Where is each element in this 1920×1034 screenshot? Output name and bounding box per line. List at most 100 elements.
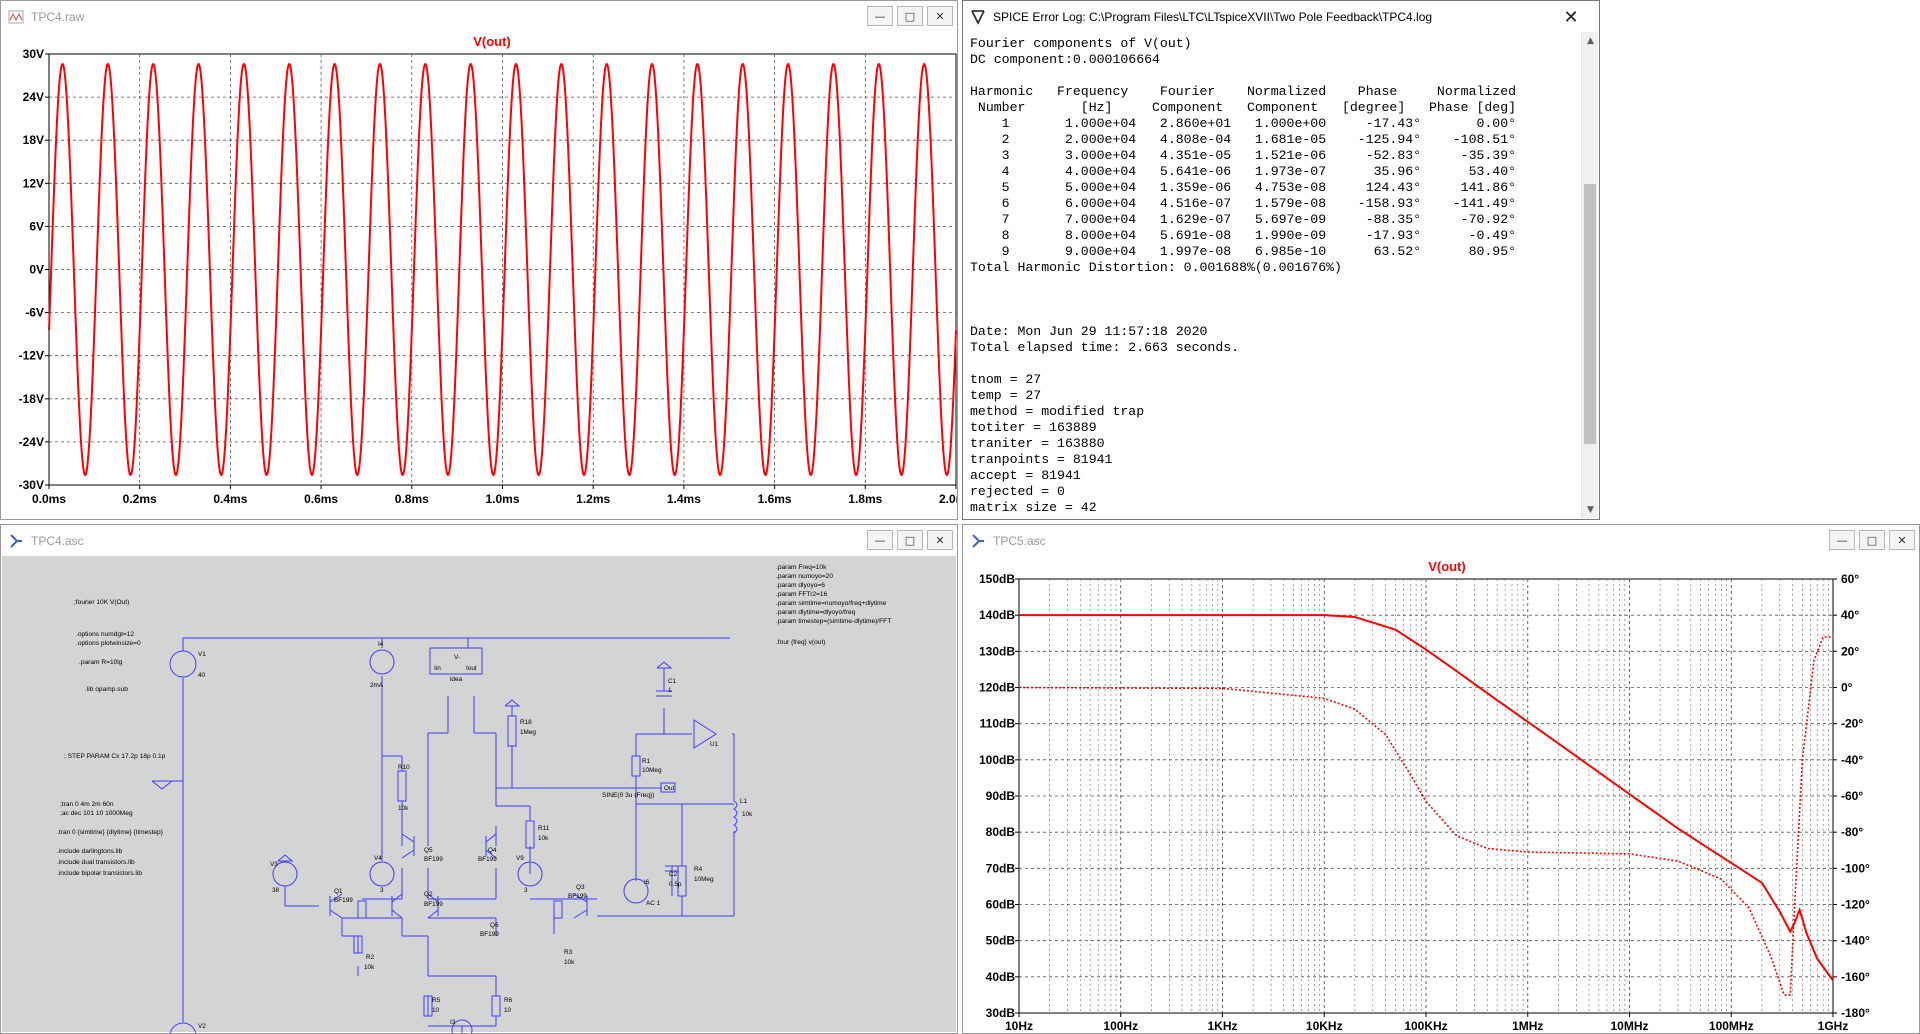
directive-include-2[interactable]: .include dual transistors.lib (57, 859, 135, 866)
label-q2: Q2 (424, 891, 433, 898)
waveform-trace-label[interactable]: V(out) (473, 34, 511, 49)
value-i6: AC 1 (646, 900, 661, 907)
log-titlebar[interactable]: SPICE Error Log: C:\Program Files\LTC\LT… (963, 1, 1599, 32)
mag-tick-label: 40dB (986, 970, 1016, 984)
schematic-drawing[interactable]: ;fourier 10K V(Out) .options numdgt=12 .… (2, 556, 958, 1034)
log-window-title: SPICE Error Log: C:\Program Files\LTC\LT… (993, 9, 1433, 24)
log-window: SPICE Error Log: C:\Program Files\LTC\LT… (962, 0, 1600, 520)
phase-tick-label: -140° (1841, 934, 1870, 948)
value-l1: 10k (742, 811, 753, 818)
close-button[interactable]: ✕ (927, 6, 953, 26)
y-tick-label: -12V (19, 349, 44, 363)
schematic-canvas[interactable]: ;fourier 10K V(Out) .options numdgt=12 .… (2, 556, 958, 1034)
label-q5: Q5 (424, 847, 433, 854)
waveform-plot[interactable]: V(out) 30V 24V 18V 12V 6V 0V -6V -12V -18V -24V -3… (2, 32, 958, 520)
bode-trace-label[interactable]: V(out) (1428, 559, 1466, 574)
directive-param-r[interactable]: .param R=10lg (79, 659, 123, 666)
maximize-button[interactable]: □ (897, 530, 923, 550)
directive-four[interactable]: .four {freq} v(out) (776, 639, 825, 646)
directive-include-1[interactable]: .include darlingtons.lib (57, 848, 123, 855)
spice-log-icon (971, 9, 985, 25)
schematic-titlebar[interactable]: TPC4.asc — □ ✕ (1, 525, 957, 556)
directive-lib[interactable]: .lib opamp.sub (85, 686, 128, 693)
label-r18: R18 (520, 719, 532, 726)
directive-plotwinsize[interactable]: .options plotwinsize=0 (76, 640, 141, 647)
minimize-button[interactable]: — (867, 530, 893, 550)
log-line: temp = 27 (970, 388, 1042, 403)
directive-ac[interactable]: ;ac dec 101 10 1000Meg (60, 810, 133, 817)
maximize-button[interactable]: □ (897, 6, 923, 26)
label-r10: R10 (398, 764, 410, 771)
freq-tick-label: 1KHz (1207, 1019, 1237, 1033)
waveform-x-ticks: 0.0ms 0.2ms 0.4ms 0.6ms 0.8ms 1.0ms 1.2ms 1.4ms… (32, 485, 957, 506)
value-r6: 10 (504, 1007, 512, 1014)
freq-tick-label: 1MHz (1512, 1019, 1543, 1033)
log-line: Total elapsed time: 2.663 seconds. (970, 340, 1240, 355)
waveform-plot-area[interactable]: V(out) 30V 24V 18V 12V 6V 0V -6V -12V -18V -24V -3… (2, 32, 958, 520)
label-block-iin: Iin (434, 665, 441, 672)
directive-tran1[interactable]: ;tran 0 4m 2m 60n (60, 801, 114, 808)
waveform-y-ticks: 30V 24V 18V 12V 6V 0V -6V -12V -18V -24V -30V (19, 47, 49, 492)
log-line: 1 1.000e+04 2.860e+01 1.000e+00 -17.43° … (970, 116, 1517, 131)
log-line: 6 6.000e+04 4.516e-07 1.579e-08 -158.93°… (970, 196, 1517, 211)
directive-param-timestep[interactable]: .param timestep=(simtime-dlytime)/FFT (776, 618, 891, 625)
log-scroll-thumb[interactable] (1584, 184, 1596, 444)
directive-param-numoyo[interactable]: .param numoyo=20 (776, 573, 833, 580)
label-l1: L1 (740, 798, 748, 805)
directive-param-freq[interactable]: .param Freq=10k (776, 564, 827, 571)
close-button[interactable]: ✕ (1889, 530, 1915, 550)
minimize-button[interactable]: — (1829, 530, 1855, 550)
y-tick-label: 12V (23, 176, 44, 190)
scroll-down-icon[interactable]: ▼ (1582, 501, 1599, 518)
freq-tick-label: 10MHz (1610, 1019, 1648, 1033)
waveform-titlebar[interactable]: TPC4.raw — □ ✕ (1, 1, 957, 32)
directive-include-3[interactable]: .include bipolar transistors.lib (57, 870, 142, 877)
close-button[interactable]: ✕ (927, 530, 953, 550)
value-q6: BF199 (480, 931, 499, 938)
bode-plot[interactable]: V(out) 150dB 60° 140dB 40° 130dB 20° 120dB 0° 11… (964, 556, 1920, 1034)
schematic-window-title: TPC4.asc (31, 533, 84, 548)
directive-param-dlytime[interactable]: .param dlytime=dlyoyo/freq (776, 609, 856, 616)
value-v9: 3 (524, 887, 528, 894)
scroll-up-icon[interactable]: ▲ (1582, 32, 1599, 49)
log-line: tnom = 27 (970, 372, 1042, 387)
maximize-button[interactable]: □ (1859, 530, 1885, 550)
bode-plot-area[interactable]: V(out) 150dB 60° 140dB 40° 130dB 20° 120dB 0° 11… (964, 556, 1920, 1034)
log-line: Fourier components of V(out) (970, 36, 1192, 51)
value-q4: BF199 (478, 856, 497, 863)
log-line: totiter = 163889 (970, 420, 1097, 435)
log-scrollbar[interactable]: ▲ ▼ (1581, 32, 1598, 518)
label-r6: R6 (504, 997, 513, 1004)
directive-param-dlyoyo[interactable]: .param dlyoyo=6 (776, 582, 825, 589)
label-block-name: idea (450, 676, 463, 683)
log-line: DC component:0.000106664 (970, 52, 1160, 67)
phase-tick-label: -160° (1841, 970, 1870, 984)
value-v1: 40 (198, 672, 206, 679)
x-tick-label: 1.4ms (667, 492, 701, 506)
freq-tick-label: 100KHz (1404, 1019, 1447, 1033)
log-text[interactable]: Fourier components of V(out) DC component… (970, 36, 1516, 516)
x-tick-label: 1.8ms (848, 492, 882, 506)
y-tick-label: 0V (29, 263, 44, 277)
log-text-area[interactable]: Fourier components of V(out) DC component… (964, 32, 1598, 518)
directive-param-simtime[interactable]: .param simtime=numoyo/freq+dlytime (776, 600, 887, 607)
log-line: 9 9.000e+04 1.997e-08 6.985e-10 63.52° 8… (970, 244, 1517, 259)
source-sine-label[interactable]: SINE(0 3u {Freq}) (602, 792, 654, 799)
phase-tick-label: 20° (1841, 644, 1859, 658)
freq-tick-label: 1GHz (1818, 1019, 1849, 1033)
directive-fourier[interactable]: ;fourier 10K V(Out) (74, 599, 129, 606)
bode-titlebar[interactable]: TPC5.asc — □ ✕ (963, 525, 1919, 556)
mag-tick-label: 90dB (986, 789, 1016, 803)
close-icon[interactable]: ✕ (1549, 3, 1593, 31)
value-r11: 10k (538, 835, 549, 842)
directive-tran2[interactable]: .tran 0 {simtime} {dlytime} {timestep} (57, 829, 164, 836)
mag-tick-label: 120dB (979, 681, 1015, 695)
directive-param-fft[interactable]: .param FFTr2=16 (776, 591, 828, 598)
directive-numdgt[interactable]: .options numdgt=12 (76, 631, 134, 638)
mag-tick-label: 140dB (979, 608, 1015, 622)
label-i4: I4 (378, 641, 384, 648)
minimize-button[interactable]: — (867, 6, 893, 26)
label-c2: C2 (669, 871, 678, 878)
directive-step[interactable]: ; STEP PARAM Cx 17.2p 18p 0.1p (64, 753, 166, 760)
